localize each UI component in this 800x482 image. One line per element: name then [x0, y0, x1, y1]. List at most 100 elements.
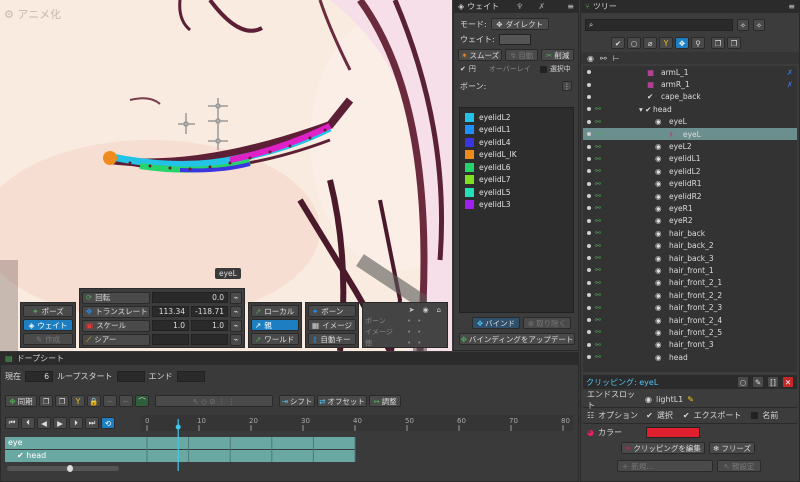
vis-row-other[interactable]: 他 • •	[365, 337, 445, 348]
edit-clipping-button[interactable]: ✂ クリッピングを編集	[621, 442, 705, 454]
linear-icon[interactable]: ⌒	[135, 395, 149, 407]
key-icon[interactable]: ⚯	[595, 353, 601, 361]
circle-check-icon[interactable]: ✔	[460, 65, 466, 73]
visibility-dot-icon[interactable]	[587, 169, 591, 174]
bone-list-item[interactable]: eyelidL4	[460, 136, 573, 149]
timeline[interactable]: 0 10 20 30 40 50 60 70 80	[141, 415, 573, 473]
visibility-dot-icon[interactable]	[587, 243, 591, 248]
clip-delete-icon[interactable]: ✕	[782, 376, 794, 388]
sync-button[interactable]: ✥ 同期	[5, 395, 37, 407]
tree-row[interactable]: ⚯ ◉ eyeR2	[583, 215, 797, 227]
translate-button[interactable]: ✥ トランスレート	[82, 305, 150, 318]
visibility-dot-icon[interactable]	[587, 318, 591, 322]
autokey-toggle[interactable]: ⚷ 自動キー	[308, 333, 356, 345]
filter-check-icon[interactable]: ✔	[611, 37, 625, 49]
tree-title[interactable]: ツリー	[593, 1, 617, 13]
key-icon[interactable]: ⚯	[595, 155, 601, 163]
tree-row[interactable]: ⚯ ◉ hair_front_3	[583, 339, 797, 351]
rotate-key-icon[interactable]: ⌁	[230, 291, 242, 304]
tree-row[interactable]: ⚯ ◉ eyelidL2	[583, 165, 797, 177]
key-icon[interactable]: ⚯	[595, 291, 601, 299]
filter-bone-icon[interactable]: Y	[659, 37, 673, 49]
visibility-dot-icon[interactable]	[587, 330, 591, 335]
filter-key-icon[interactable]: ⚲	[691, 37, 705, 49]
filter-copy-icon[interactable]: ❐	[711, 37, 725, 49]
key-icon[interactable]: ⚯	[595, 266, 601, 274]
search-prev-icon[interactable]: ✧	[753, 19, 765, 31]
local-button[interactable]: ↗ ローカル	[251, 305, 299, 317]
filter-circle-icon[interactable]: ○	[627, 37, 641, 49]
end-field[interactable]	[176, 371, 205, 382]
first-frame-icon[interactable]: ⏮	[5, 417, 19, 429]
zoom-slider-handle[interactable]	[67, 465, 73, 472]
prev-key-icon[interactable]: ⏴	[21, 417, 35, 429]
visibility-dot-icon[interactable]	[587, 82, 591, 87]
key-icon[interactable]: ⚯	[595, 304, 601, 312]
tree-row[interactable]: ⚯ ◉ hair_front_2_5	[583, 326, 797, 338]
tree-row[interactable]: ⚯ ◉ eyelidR2	[583, 190, 797, 202]
track-head[interactable]: ✔ head	[5, 450, 141, 462]
tree-row[interactable]: ⚯ ◉ head	[583, 351, 797, 363]
end-slot-value[interactable]: lightL1	[656, 395, 683, 404]
shift-button[interactable]: ⇥ シフト	[279, 395, 315, 407]
loop-start-field[interactable]	[116, 371, 145, 382]
visibility-column-icon[interactable]: ◉	[587, 54, 594, 63]
key-icon[interactable]: ⚯	[595, 217, 601, 225]
rotate-button[interactable]: ⟳ 回転	[82, 291, 150, 304]
key-icon[interactable]: ⚯	[595, 118, 601, 126]
bone-list-item[interactable]: eyelidL6	[460, 161, 573, 174]
key-icon[interactable]: ⚯	[595, 105, 601, 113]
vis-row-bones[interactable]: ボーン • •	[365, 315, 445, 326]
lock-icon[interactable]: 🔒	[87, 395, 101, 407]
scale-x[interactable]: 1.0	[152, 320, 189, 331]
visibility-dot-icon[interactable]	[587, 156, 591, 161]
translate-key-icon[interactable]: ⌁	[230, 305, 242, 318]
tree-row[interactable]: ⚯ ◉ hair_back_2	[583, 239, 797, 251]
key-icon[interactable]: ⚯	[595, 167, 601, 175]
scale-y[interactable]: 1.0	[191, 320, 228, 331]
tree-row[interactable]: ⚯ ◉ eyeL2	[583, 140, 797, 152]
update-binding-button[interactable]: ✥ バインディングをアップデート	[459, 333, 575, 345]
tree-row[interactable]: ⚯ ◉ hair_front_2_1	[583, 277, 797, 289]
tree-row[interactable]: ■ armL_1 ✗	[583, 66, 797, 78]
shear-x[interactable]	[152, 334, 189, 345]
setup-button[interactable]: ↖ 親設定	[717, 460, 761, 472]
shear-button[interactable]: ⟋ シアー	[82, 333, 150, 346]
key-icon[interactable]: ⚯	[595, 229, 601, 237]
copy-key-icon[interactable]: ❐	[39, 395, 53, 407]
visibility-dot-icon[interactable]	[587, 280, 591, 285]
key-nav-group[interactable]: ↖ ◇ ⊘ ⋮ ⋮	[155, 395, 273, 407]
key-icon[interactable]: ⚯	[595, 341, 601, 349]
bones-toggle[interactable]: ✦ ボーン	[308, 305, 356, 317]
shear-y[interactable]	[191, 334, 228, 345]
translate-y[interactable]: -118.71	[191, 306, 228, 317]
remove-button[interactable]: ⊗ 取り除く	[523, 317, 571, 329]
tree-row[interactable]: ⚯ ◉ hair_front_1	[583, 264, 797, 276]
play-icon[interactable]: ▶	[53, 417, 67, 429]
key-icon[interactable]: ⚯	[595, 180, 601, 188]
key-icon[interactable]: ⚯	[595, 143, 601, 151]
bone-list-item[interactable]: eyelidL7	[460, 174, 573, 187]
current-field[interactable]: 6	[25, 371, 53, 382]
visibility-dot-icon[interactable]	[587, 293, 591, 298]
smooth-button[interactable]: ✶ スムーズ	[458, 49, 503, 61]
visibility-dot-icon[interactable]	[587, 305, 591, 310]
key-icon[interactable]: ⚯	[595, 242, 601, 250]
track-eye[interactable]: eye	[5, 437, 141, 449]
filter-weights-icon[interactable]: ✥	[675, 37, 689, 49]
last-frame-icon[interactable]: ⏭	[85, 417, 99, 429]
rotate-value[interactable]: 0.0	[152, 292, 228, 303]
visibility-dot-icon[interactable]	[587, 94, 591, 99]
end-slot-pick-icon[interactable]: ✎	[687, 395, 694, 404]
filter-key-icon[interactable]: Y	[71, 395, 85, 407]
bind-button[interactable]: ✥ バインド	[472, 317, 520, 329]
search-next-icon[interactable]: ✧	[737, 19, 749, 31]
key-icon[interactable]: ⚯	[595, 130, 601, 138]
freeze-button[interactable]: ❄ フリーズ	[709, 442, 755, 454]
images-toggle[interactable]: ▦ イメージ	[308, 319, 356, 331]
curve-icon[interactable]: ~	[103, 395, 117, 407]
export-check-icon[interactable]: ✔	[683, 411, 690, 420]
key-icon[interactable]: ⚯	[595, 192, 601, 200]
pose-button[interactable]: ✦ ポーズ	[23, 305, 73, 317]
key-icon[interactable]: ⚯	[595, 204, 601, 212]
